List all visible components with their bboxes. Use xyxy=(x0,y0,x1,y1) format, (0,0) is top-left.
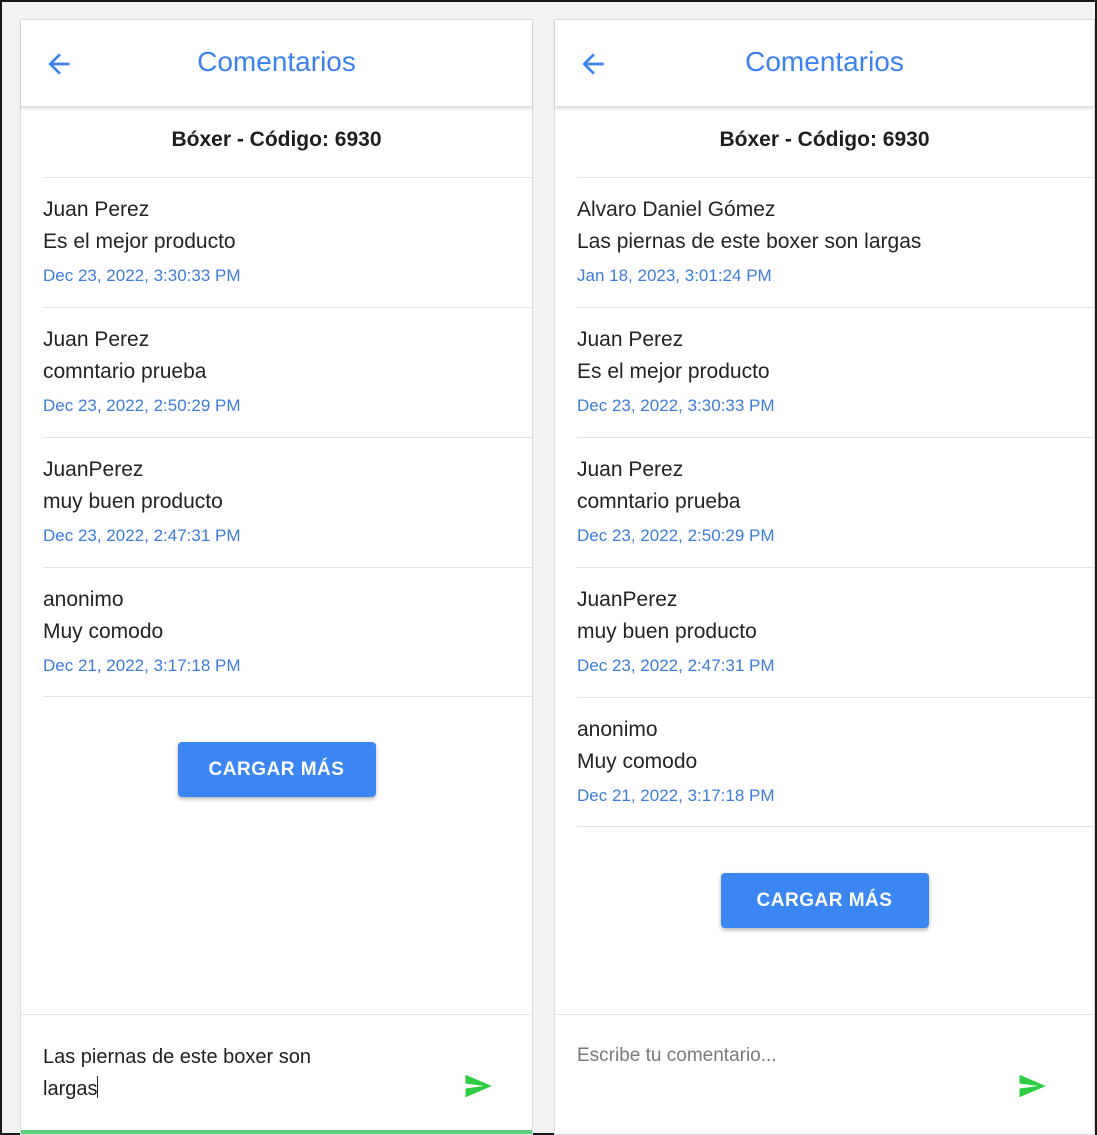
comment-text: Es el mejor producto xyxy=(577,360,770,383)
comment-text: muy buen producto xyxy=(577,620,757,643)
comment-date: Dec 23, 2022, 2:50:29 PM xyxy=(577,526,775,545)
comment-author: Alvaro Daniel Gómez xyxy=(577,198,776,221)
comment-author: anonimo xyxy=(43,588,124,611)
comment-text: Las piernas de este boxer son largas xyxy=(577,230,922,253)
page-title: Comentarios xyxy=(197,46,356,77)
comment-item: anonimo Muy comodo Dec 21, 2022, 3:17:18… xyxy=(577,697,1094,827)
comment-item: anonimo Muy comodo Dec 21, 2022, 3:17:18… xyxy=(43,567,532,697)
product-heading: Bóxer - Código: 6930 xyxy=(171,128,382,151)
comment-date: Dec 23, 2022, 2:47:31 PM xyxy=(577,656,775,675)
comment-item: Alvaro Daniel Gómez Las piernas de este … xyxy=(577,177,1094,307)
input-focus-underline xyxy=(21,1130,532,1134)
comment-item: JuanPerez muy buen producto Dec 23, 2022… xyxy=(577,567,1094,697)
load-more-button[interactable]: CARGAR MÁS xyxy=(720,873,929,928)
comment-text: Muy comodo xyxy=(43,620,164,643)
page-title: Comentarios xyxy=(745,46,904,77)
comment-input-line: Las piernas de este boxer son xyxy=(43,1046,311,1068)
comment-author: JuanPerez xyxy=(577,588,678,611)
comment-date: Dec 21, 2022, 3:17:18 PM xyxy=(577,786,775,805)
text-caret xyxy=(97,1076,99,1098)
comment-composer: Las piernas de este boxer son largas xyxy=(21,1014,532,1134)
comment-text: Muy comodo xyxy=(577,750,698,773)
comment-date: Jan 18, 2023, 3:01:24 PM xyxy=(577,266,772,285)
comments-screen-typing: Comentarios Bóxer - Código: 6930 Juan Pe… xyxy=(20,19,533,1135)
comment-list: Juan Perez Es el mejor producto Dec 23, … xyxy=(43,177,532,697)
comment-item: Juan Perez Es el mejor producto Dec 23, … xyxy=(43,177,532,307)
comment-text: muy buen producto xyxy=(43,490,223,513)
comment-author: Juan Perez xyxy=(43,328,150,351)
comments-screen-posted: Comentarios Bóxer - Código: 6930 Alvaro … xyxy=(554,19,1095,1135)
comment-text: comntario prueba xyxy=(43,360,207,383)
comment-text: comntario prueba xyxy=(577,490,741,513)
send-icon[interactable] xyxy=(1015,1071,1049,1101)
comment-author: Juan Perez xyxy=(577,328,684,351)
comment-author: JuanPerez xyxy=(43,458,144,481)
comment-composer: Escribe tu comentario... xyxy=(555,1014,1094,1134)
comment-date: Dec 23, 2022, 3:30:33 PM xyxy=(43,266,241,285)
app-bar: Comentarios xyxy=(21,20,532,107)
comment-input-line: largas xyxy=(43,1078,98,1100)
comment-list: Alvaro Daniel Gómez Las piernas de este … xyxy=(577,177,1094,827)
comment-item: Juan Perez comntario prueba Dec 23, 2022… xyxy=(577,437,1094,567)
comment-item: JuanPerez muy buen producto Dec 23, 2022… xyxy=(43,437,532,567)
product-heading: Bóxer - Código: 6930 xyxy=(719,128,930,151)
app-bar: Comentarios xyxy=(555,20,1094,107)
send-icon[interactable] xyxy=(461,1071,495,1101)
comment-author: Juan Perez xyxy=(577,458,684,481)
comment-item: Juan Perez Es el mejor producto Dec 23, … xyxy=(577,307,1094,437)
comment-text: Es el mejor producto xyxy=(43,230,236,253)
comment-date: Dec 23, 2022, 2:50:29 PM xyxy=(43,396,241,415)
comment-input[interactable]: Escribe tu comentario... xyxy=(577,1045,777,1067)
comment-date: Dec 21, 2022, 3:17:18 PM xyxy=(43,656,241,675)
comment-author: Juan Perez xyxy=(43,198,150,221)
screenshot-frame: Comentarios Bóxer - Código: 6930 Juan Pe… xyxy=(0,0,1097,1135)
comment-date: Dec 23, 2022, 2:47:31 PM xyxy=(43,526,241,545)
comment-input[interactable]: Las piernas de este boxer son largas xyxy=(43,1041,373,1105)
load-more-button[interactable]: CARGAR MÁS xyxy=(177,742,376,797)
comment-date: Dec 23, 2022, 3:30:33 PM xyxy=(577,396,775,415)
comment-author: anonimo xyxy=(577,718,658,741)
comment-item: Juan Perez comntario prueba Dec 23, 2022… xyxy=(43,307,532,437)
